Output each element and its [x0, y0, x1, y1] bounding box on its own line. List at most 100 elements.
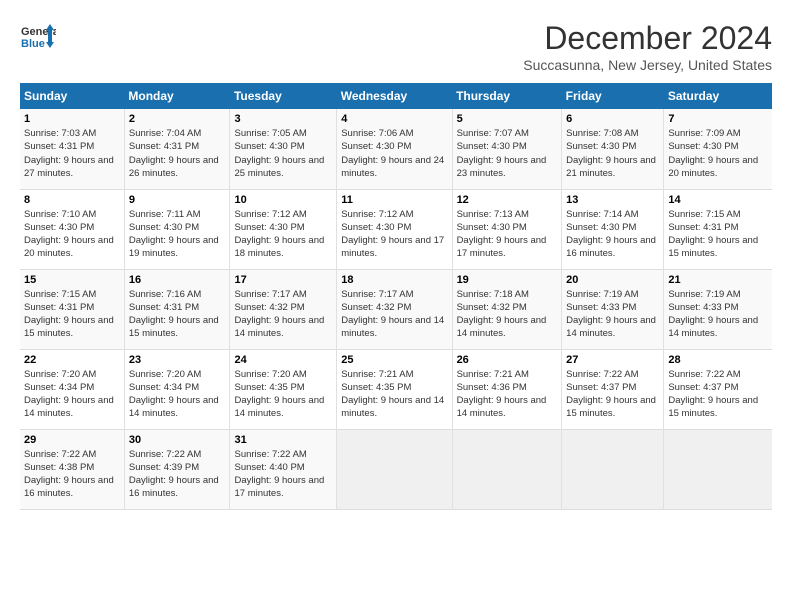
- day-cell: 26 Sunrise: 7:21 AM Sunset: 4:36 PM Dayl…: [452, 349, 562, 429]
- day-number: 18: [341, 274, 447, 286]
- day-number: 26: [457, 354, 558, 366]
- day-info: Sunrise: 7:20 AM Sunset: 4:35 PM Dayligh…: [234, 368, 332, 421]
- title-area: December 2024 Succasunna, New Jersey, Un…: [523, 20, 772, 73]
- day-number: 8: [24, 194, 120, 206]
- day-number: 4: [341, 113, 447, 125]
- week-row-1: 1 Sunrise: 7:03 AM Sunset: 4:31 PM Dayli…: [20, 109, 772, 189]
- day-number: 6: [566, 113, 659, 125]
- day-number: 12: [457, 194, 558, 206]
- week-row-4: 22 Sunrise: 7:20 AM Sunset: 4:34 PM Dayl…: [20, 349, 772, 429]
- day-cell: [337, 429, 452, 509]
- day-number: 29: [24, 434, 120, 446]
- day-cell: 20 Sunrise: 7:19 AM Sunset: 4:33 PM Dayl…: [562, 269, 664, 349]
- day-number: 5: [457, 113, 558, 125]
- day-number: 3: [234, 113, 332, 125]
- day-cell: 4 Sunrise: 7:06 AM Sunset: 4:30 PM Dayli…: [337, 109, 452, 189]
- day-info: Sunrise: 7:22 AM Sunset: 4:39 PM Dayligh…: [129, 448, 226, 501]
- day-info: Sunrise: 7:19 AM Sunset: 4:33 PM Dayligh…: [668, 288, 768, 341]
- day-number: 2: [129, 113, 226, 125]
- col-header-monday: Monday: [124, 83, 230, 109]
- day-number: 13: [566, 194, 659, 206]
- day-number: 7: [668, 113, 768, 125]
- day-info: Sunrise: 7:18 AM Sunset: 4:32 PM Dayligh…: [457, 288, 558, 341]
- day-cell: 30 Sunrise: 7:22 AM Sunset: 4:39 PM Dayl…: [124, 429, 230, 509]
- day-number: 23: [129, 354, 226, 366]
- day-info: Sunrise: 7:10 AM Sunset: 4:30 PM Dayligh…: [24, 208, 120, 261]
- header-row: SundayMondayTuesdayWednesdayThursdayFrid…: [20, 83, 772, 109]
- day-number: 28: [668, 354, 768, 366]
- page-header: General Blue December 2024 Succasunna, N…: [20, 20, 772, 73]
- day-number: 22: [24, 354, 120, 366]
- day-cell: 28 Sunrise: 7:22 AM Sunset: 4:37 PM Dayl…: [664, 349, 772, 429]
- day-cell: 17 Sunrise: 7:17 AM Sunset: 4:32 PM Dayl…: [230, 269, 337, 349]
- day-info: Sunrise: 7:09 AM Sunset: 4:30 PM Dayligh…: [668, 127, 768, 180]
- day-cell: 1 Sunrise: 7:03 AM Sunset: 4:31 PM Dayli…: [20, 109, 124, 189]
- day-cell: [452, 429, 562, 509]
- day-number: 25: [341, 354, 447, 366]
- col-header-thursday: Thursday: [452, 83, 562, 109]
- day-number: 10: [234, 194, 332, 206]
- day-info: Sunrise: 7:05 AM Sunset: 4:30 PM Dayligh…: [234, 127, 332, 180]
- col-header-wednesday: Wednesday: [337, 83, 452, 109]
- day-cell: 24 Sunrise: 7:20 AM Sunset: 4:35 PM Dayl…: [230, 349, 337, 429]
- day-number: 15: [24, 274, 120, 286]
- day-cell: 7 Sunrise: 7:09 AM Sunset: 4:30 PM Dayli…: [664, 109, 772, 189]
- location-title: Succasunna, New Jersey, United States: [523, 57, 772, 73]
- day-info: Sunrise: 7:15 AM Sunset: 4:31 PM Dayligh…: [24, 288, 120, 341]
- day-info: Sunrise: 7:22 AM Sunset: 4:37 PM Dayligh…: [566, 368, 659, 421]
- day-info: Sunrise: 7:12 AM Sunset: 4:30 PM Dayligh…: [341, 208, 447, 261]
- day-number: 27: [566, 354, 659, 366]
- day-info: Sunrise: 7:11 AM Sunset: 4:30 PM Dayligh…: [129, 208, 226, 261]
- logo: General Blue: [20, 20, 56, 56]
- day-info: Sunrise: 7:16 AM Sunset: 4:31 PM Dayligh…: [129, 288, 226, 341]
- day-info: Sunrise: 7:22 AM Sunset: 4:38 PM Dayligh…: [24, 448, 120, 501]
- day-number: 31: [234, 434, 332, 446]
- day-cell: 3 Sunrise: 7:05 AM Sunset: 4:30 PM Dayli…: [230, 109, 337, 189]
- day-cell: 22 Sunrise: 7:20 AM Sunset: 4:34 PM Dayl…: [20, 349, 124, 429]
- day-number: 17: [234, 274, 332, 286]
- day-cell: 10 Sunrise: 7:12 AM Sunset: 4:30 PM Dayl…: [230, 189, 337, 269]
- day-cell: 13 Sunrise: 7:14 AM Sunset: 4:30 PM Dayl…: [562, 189, 664, 269]
- logo-svg: General Blue: [20, 20, 56, 56]
- col-header-tuesday: Tuesday: [230, 83, 337, 109]
- col-header-friday: Friday: [562, 83, 664, 109]
- day-info: Sunrise: 7:21 AM Sunset: 4:35 PM Dayligh…: [341, 368, 447, 421]
- day-info: Sunrise: 7:22 AM Sunset: 4:37 PM Dayligh…: [668, 368, 768, 421]
- day-info: Sunrise: 7:22 AM Sunset: 4:40 PM Dayligh…: [234, 448, 332, 501]
- day-cell: 5 Sunrise: 7:07 AM Sunset: 4:30 PM Dayli…: [452, 109, 562, 189]
- day-cell: 11 Sunrise: 7:12 AM Sunset: 4:30 PM Dayl…: [337, 189, 452, 269]
- day-cell: 27 Sunrise: 7:22 AM Sunset: 4:37 PM Dayl…: [562, 349, 664, 429]
- day-number: 19: [457, 274, 558, 286]
- day-cell: 31 Sunrise: 7:22 AM Sunset: 4:40 PM Dayl…: [230, 429, 337, 509]
- day-number: 20: [566, 274, 659, 286]
- day-info: Sunrise: 7:14 AM Sunset: 4:30 PM Dayligh…: [566, 208, 659, 261]
- day-number: 14: [668, 194, 768, 206]
- day-cell: 18 Sunrise: 7:17 AM Sunset: 4:32 PM Dayl…: [337, 269, 452, 349]
- week-row-2: 8 Sunrise: 7:10 AM Sunset: 4:30 PM Dayli…: [20, 189, 772, 269]
- day-info: Sunrise: 7:08 AM Sunset: 4:30 PM Dayligh…: [566, 127, 659, 180]
- day-number: 9: [129, 194, 226, 206]
- day-info: Sunrise: 7:17 AM Sunset: 4:32 PM Dayligh…: [234, 288, 332, 341]
- day-cell: 12 Sunrise: 7:13 AM Sunset: 4:30 PM Dayl…: [452, 189, 562, 269]
- day-number: 11: [341, 194, 447, 206]
- day-info: Sunrise: 7:06 AM Sunset: 4:30 PM Dayligh…: [341, 127, 447, 180]
- day-cell: 9 Sunrise: 7:11 AM Sunset: 4:30 PM Dayli…: [124, 189, 230, 269]
- day-info: Sunrise: 7:13 AM Sunset: 4:30 PM Dayligh…: [457, 208, 558, 261]
- day-cell: 6 Sunrise: 7:08 AM Sunset: 4:30 PM Dayli…: [562, 109, 664, 189]
- day-info: Sunrise: 7:07 AM Sunset: 4:30 PM Dayligh…: [457, 127, 558, 180]
- week-row-3: 15 Sunrise: 7:15 AM Sunset: 4:31 PM Dayl…: [20, 269, 772, 349]
- day-cell: 21 Sunrise: 7:19 AM Sunset: 4:33 PM Dayl…: [664, 269, 772, 349]
- day-info: Sunrise: 7:20 AM Sunset: 4:34 PM Dayligh…: [24, 368, 120, 421]
- day-info: Sunrise: 7:19 AM Sunset: 4:33 PM Dayligh…: [566, 288, 659, 341]
- day-info: Sunrise: 7:04 AM Sunset: 4:31 PM Dayligh…: [129, 127, 226, 180]
- day-cell: 29 Sunrise: 7:22 AM Sunset: 4:38 PM Dayl…: [20, 429, 124, 509]
- month-title: December 2024: [523, 20, 772, 57]
- day-number: 30: [129, 434, 226, 446]
- day-cell: 2 Sunrise: 7:04 AM Sunset: 4:31 PM Dayli…: [124, 109, 230, 189]
- day-number: 24: [234, 354, 332, 366]
- day-info: Sunrise: 7:17 AM Sunset: 4:32 PM Dayligh…: [341, 288, 447, 341]
- day-cell: 25 Sunrise: 7:21 AM Sunset: 4:35 PM Dayl…: [337, 349, 452, 429]
- svg-text:Blue: Blue: [21, 38, 45, 50]
- day-cell: 14 Sunrise: 7:15 AM Sunset: 4:31 PM Dayl…: [664, 189, 772, 269]
- day-info: Sunrise: 7:15 AM Sunset: 4:31 PM Dayligh…: [668, 208, 768, 261]
